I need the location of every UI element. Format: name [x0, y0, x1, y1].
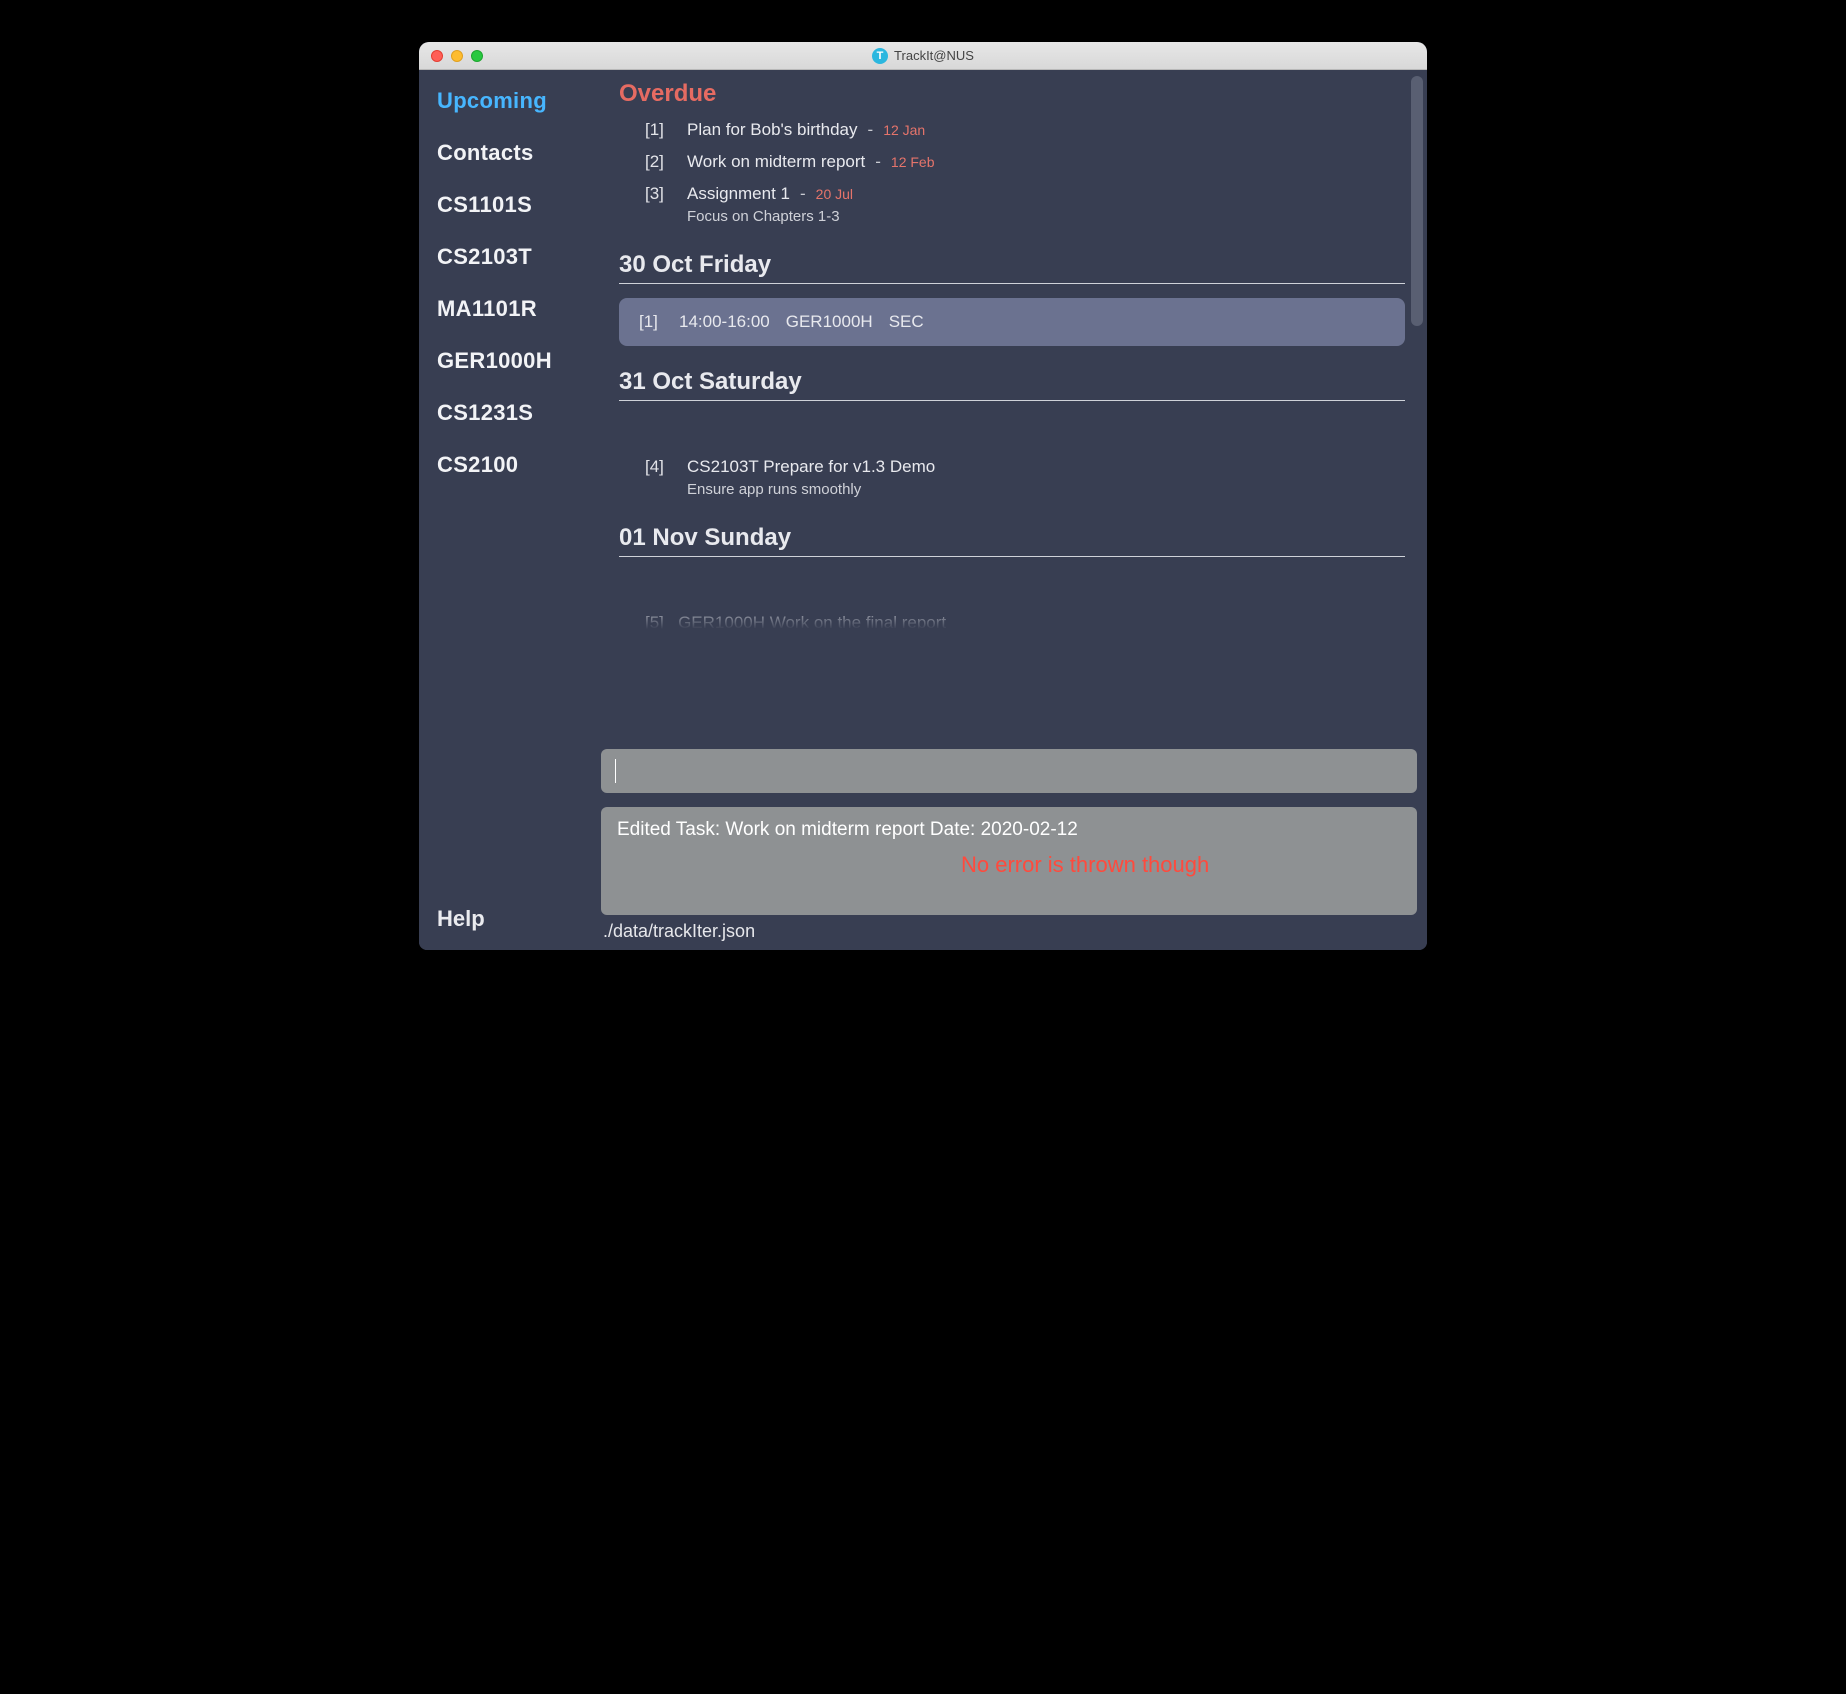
lesson-card[interactable]: [1] 14:00-16:00 GER1000H SEC	[619, 298, 1405, 346]
task-row[interactable]: [3] Assignment 1 - 20 Jul Focus on Chapt…	[619, 176, 1405, 229]
sidebar-item-cs2100[interactable]: CS2100	[437, 452, 587, 478]
divider	[619, 556, 1405, 557]
task-index: [4]	[645, 457, 673, 477]
lesson-type: SEC	[889, 312, 924, 332]
command-input[interactable]	[601, 749, 1417, 793]
sidebar-item-cs1101s[interactable]: CS1101S	[437, 192, 587, 218]
maximize-icon[interactable]	[471, 50, 483, 62]
task-date: 12 Jan	[883, 122, 925, 138]
task-date: 20 Jul	[816, 186, 853, 202]
section-title-day: 31 Oct Saturday	[619, 368, 1405, 396]
separator: -	[875, 152, 881, 172]
divider	[619, 283, 1405, 284]
result-text: Edited Task: Work on midterm report Date…	[617, 819, 1078, 840]
task-title: CS2103T Prepare for v1.3 Demo	[687, 457, 935, 477]
sidebar-item-upcoming[interactable]: Upcoming	[437, 88, 587, 114]
sidebar-item-cs1231s[interactable]: CS1231S	[437, 400, 587, 426]
window-controls	[419, 50, 483, 62]
task-title: Assignment 1	[687, 184, 790, 204]
window-title: TrackIt@NUS	[894, 48, 974, 63]
scrollbar-thumb[interactable]	[1411, 76, 1423, 326]
status-bar: ./data/trackIter.json	[601, 915, 1427, 950]
task-row[interactable]: [2] Work on midterm report - 12 Feb	[619, 144, 1405, 176]
task-index: [2]	[645, 152, 673, 172]
content-scroll[interactable]: Overdue [1] Plan for Bob's birthday - 12…	[601, 70, 1427, 749]
annotation-callout: No error is thrown though	[961, 851, 1221, 880]
task-index: [1]	[645, 120, 673, 140]
section-title-day: 30 Oct Friday	[619, 251, 1405, 279]
section-title-overdue: Overdue	[619, 80, 1405, 108]
sidebar-item-cs2103t[interactable]: CS2103T	[437, 244, 587, 270]
minimize-icon[interactable]	[451, 50, 463, 62]
task-row-truncated[interactable]: [5] GER1000H Work on the final report	[619, 605, 1405, 629]
task-date: 12 Feb	[891, 154, 935, 170]
task-title: Work on midterm report	[687, 152, 865, 172]
lesson-module: GER1000H	[786, 312, 873, 332]
io-panels: Edited Task: Work on midterm report Date…	[601, 749, 1427, 915]
result-display: Edited Task: Work on midterm report Date…	[601, 807, 1417, 915]
sidebar-item-contacts[interactable]: Contacts	[437, 140, 587, 166]
help-button[interactable]: Help	[437, 906, 485, 932]
section-title-day: 01 Nov Sunday	[619, 524, 1405, 552]
task-index: [5]	[645, 613, 664, 629]
text-caret	[615, 759, 616, 783]
separator: -	[868, 120, 874, 140]
lesson-time: 14:00-16:00	[679, 312, 770, 332]
task-index: [3]	[645, 184, 673, 204]
sidebar-item-ma1101r[interactable]: MA1101R	[437, 296, 587, 322]
lesson-index: [1]	[639, 312, 663, 332]
task-subtitle: Ensure app runs smoothly	[687, 481, 1405, 498]
task-row[interactable]: [4] CS2103T Prepare for v1.3 Demo Ensure…	[619, 449, 1405, 502]
titlebar: T TrackIt@NUS	[419, 42, 1427, 70]
task-subtitle: Focus on Chapters 1-3	[687, 208, 1405, 225]
main-panel: Overdue [1] Plan for Bob's birthday - 12…	[601, 70, 1427, 950]
task-title: Plan for Bob's birthday	[687, 120, 858, 140]
task-title: GER1000H Work on the final report	[678, 613, 946, 629]
app-window: T TrackIt@NUS Upcoming Contacts CS1101S …	[419, 42, 1427, 950]
divider	[619, 400, 1405, 401]
separator: -	[800, 184, 806, 204]
status-path: ./data/trackIter.json	[603, 921, 755, 941]
task-row[interactable]: [1] Plan for Bob's birthday - 12 Jan	[619, 112, 1405, 144]
close-icon[interactable]	[431, 50, 443, 62]
app-icon: T	[872, 48, 888, 64]
sidebar-item-ger1000h[interactable]: GER1000H	[437, 348, 587, 374]
sidebar: Upcoming Contacts CS1101S CS2103T MA1101…	[419, 70, 601, 950]
